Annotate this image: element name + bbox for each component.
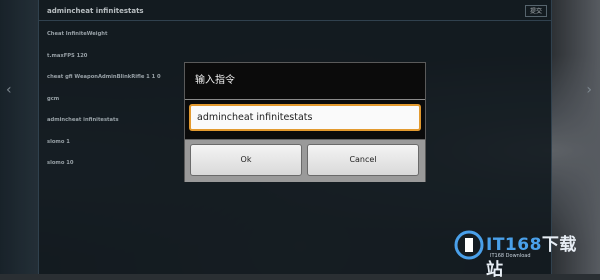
watermark-sub: IT168 Download xyxy=(490,253,531,259)
dialog-actions: Ok Cancel xyxy=(185,139,425,182)
dialog-command-input[interactable]: admincheat infinitestats xyxy=(189,104,421,131)
dialog-divider xyxy=(185,99,425,100)
cancel-button[interactable]: Cancel xyxy=(307,144,419,176)
watermark-brand-main: IT168 xyxy=(486,235,542,255)
command-dialog: 输入指令 admincheat infinitestats Ok Cancel xyxy=(184,62,426,182)
it168-logo-icon xyxy=(454,230,484,260)
dialog-title: 输入指令 xyxy=(195,75,235,86)
ok-button[interactable]: Ok xyxy=(190,144,302,176)
watermark-logo: IT168下载站 IT168 Download xyxy=(454,226,594,280)
